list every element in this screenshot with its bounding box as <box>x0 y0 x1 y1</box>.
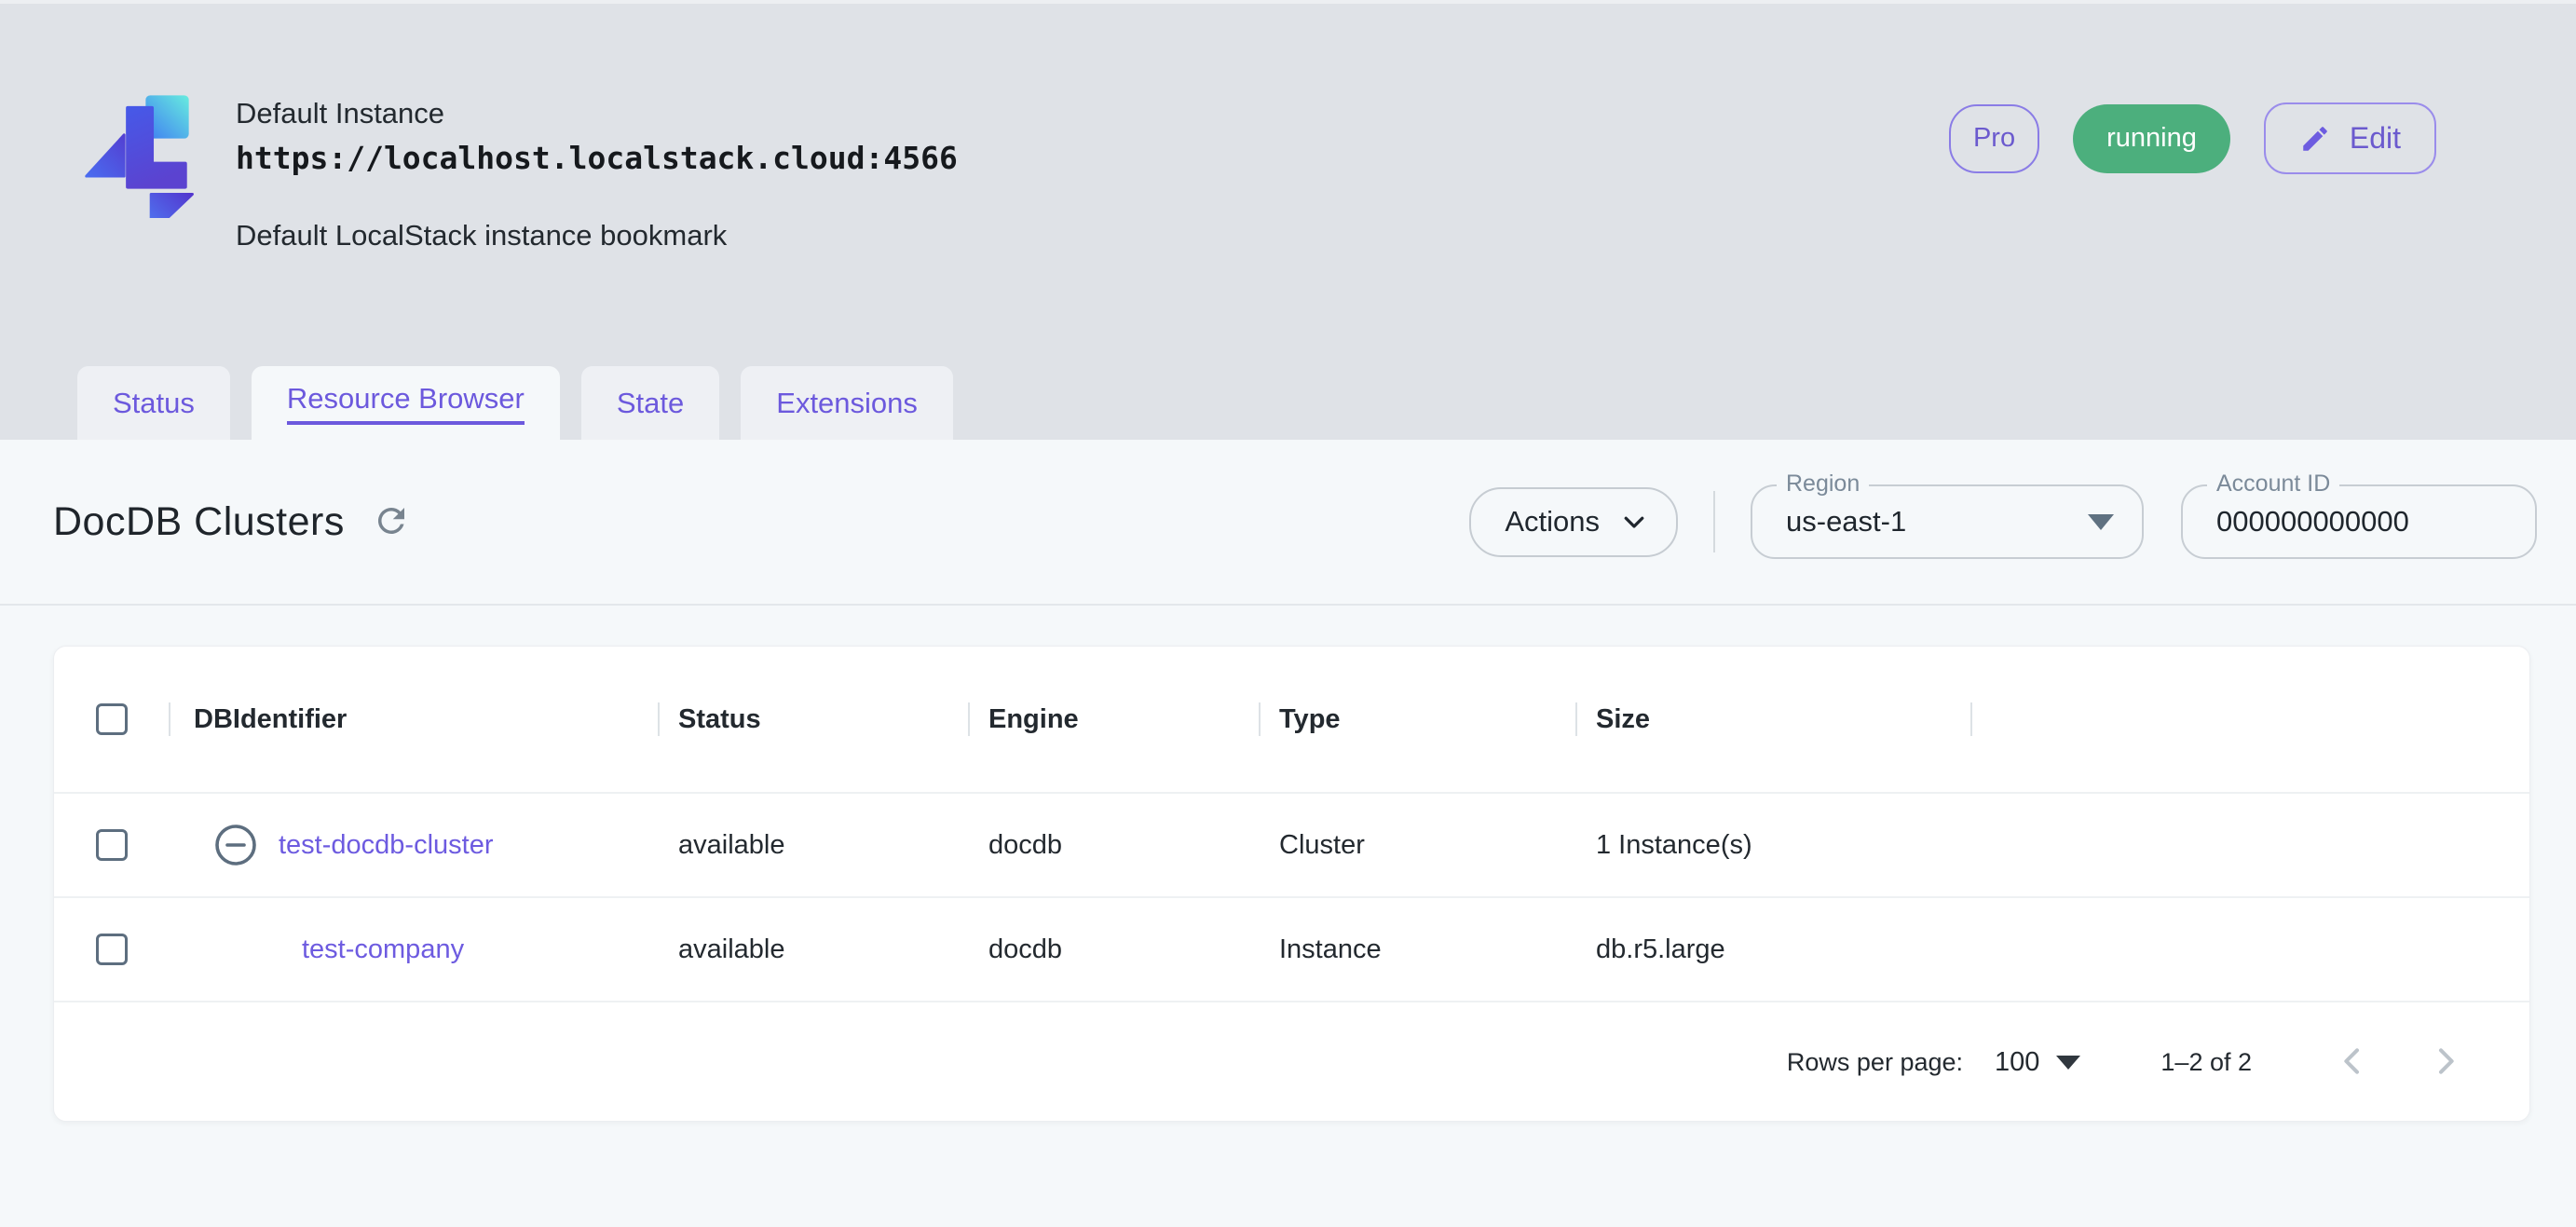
column-header-size: Size <box>1575 647 1970 792</box>
column-header-type: Type <box>1259 647 1575 792</box>
cell-size: db.r5.large <box>1596 934 1725 964</box>
cell-dbidentifier: test-docdb-cluster <box>169 823 658 867</box>
instance-header: Default Instance https://localhost.local… <box>0 4 2576 440</box>
tab-bar: Status Resource Browser State Extensions <box>77 366 953 440</box>
tab-state[interactable]: State <box>580 366 720 440</box>
tab-resource-browser[interactable]: Resource Browser <box>251 366 560 440</box>
instance-name: Default Instance <box>236 97 445 130</box>
row-checkbox[interactable] <box>95 829 128 861</box>
pro-badge: Pro <box>1948 103 2040 173</box>
tab-extensions[interactable]: Extensions <box>741 366 953 440</box>
account-id-label: Account ID <box>2207 470 2340 498</box>
toolbar-divider <box>1713 491 1715 552</box>
account-id-field[interactable]: Account ID 000000000000 <box>2181 470 2537 559</box>
row-checkbox[interactable] <box>95 934 128 965</box>
actions-button[interactable]: Actions <box>1469 486 1678 557</box>
pencil-icon <box>2303 126 2327 151</box>
caret-down-icon <box>2088 513 2114 530</box>
rows-per-page-select[interactable]: 100 <box>1995 1046 2081 1078</box>
rows-per-page-value: 100 <box>1995 1046 2040 1077</box>
edit-button[interactable]: Edit <box>2263 102 2436 174</box>
account-id-value: 000000000000 <box>2216 505 2409 538</box>
select-all-checkbox[interactable] <box>95 703 128 735</box>
column-separator <box>658 702 660 736</box>
cell-status: available <box>678 934 785 964</box>
actions-button-label: Actions <box>1505 505 1600 538</box>
column-header-engine: Engine <box>968 647 1259 792</box>
resource-toolbar: DocDB Clusters Actions Region us-east-1 … <box>0 440 2576 606</box>
caret-down-icon <box>2056 1055 2081 1070</box>
previous-page-button[interactable] <box>2334 1043 2371 1083</box>
column-separator <box>1970 702 1972 736</box>
chevron-down-icon <box>1624 516 1644 528</box>
table-header-row: DBIdentifier Status Engine Type Size <box>54 647 2529 794</box>
cell-type: Cluster <box>1279 829 1365 860</box>
next-page-button[interactable] <box>2427 1043 2464 1083</box>
chevron-left-icon <box>2344 1047 2359 1074</box>
table-pagination: Rows per page: 100 1–2 of 2 <box>54 1002 2529 1121</box>
localstack-logo-icon <box>85 95 194 218</box>
chevron-right-icon <box>2439 1047 2454 1074</box>
instance-description: Default LocalStack instance bookmark <box>236 219 728 252</box>
column-header-dbidentifier: DBIdentifier <box>169 647 658 792</box>
column-header-status: Status <box>658 647 968 792</box>
refresh-button[interactable] <box>371 501 412 542</box>
region-value: us-east-1 <box>1786 505 1907 538</box>
cell-engine: docdb <box>988 934 1063 964</box>
resource-link[interactable]: test-company <box>302 934 464 965</box>
status-badge: running <box>2073 103 2230 173</box>
collapse-row-button[interactable] <box>213 823 258 867</box>
tab-status[interactable]: Status <box>77 366 230 440</box>
table-row: test-company available docdb Instance db… <box>54 898 2529 1002</box>
cell-status: available <box>678 829 785 860</box>
rows-per-page-label: Rows per page: <box>1786 1047 1964 1076</box>
cell-dbidentifier: test-company <box>169 934 658 965</box>
table-row: test-docdb-cluster available docdb Clust… <box>54 794 2529 898</box>
region-label: Region <box>1777 470 1870 498</box>
instance-url: https://localhost.localstack.cloud:4566 <box>236 140 958 176</box>
pagination-range: 1–2 of 2 <box>2160 1047 2252 1076</box>
column-separator <box>169 702 170 736</box>
cell-engine: docdb <box>988 829 1063 860</box>
column-separator <box>968 702 970 736</box>
page-title: DocDB Clusters <box>53 498 345 544</box>
region-select[interactable]: Region us-east-1 <box>1751 470 2144 559</box>
resource-link[interactable]: test-docdb-cluster <box>279 830 494 861</box>
column-separator <box>1575 702 1577 736</box>
refresh-icon <box>377 508 404 534</box>
resource-table-card: DBIdentifier Status Engine Type Size tes… <box>53 646 2530 1122</box>
cell-type: Instance <box>1279 934 1382 964</box>
edit-button-label: Edit <box>2349 121 2401 155</box>
cell-size: 1 Instance(s) <box>1596 829 1752 860</box>
column-header-empty <box>1970 647 2529 792</box>
column-separator <box>1259 702 1261 736</box>
minus-circle-icon <box>215 825 256 866</box>
